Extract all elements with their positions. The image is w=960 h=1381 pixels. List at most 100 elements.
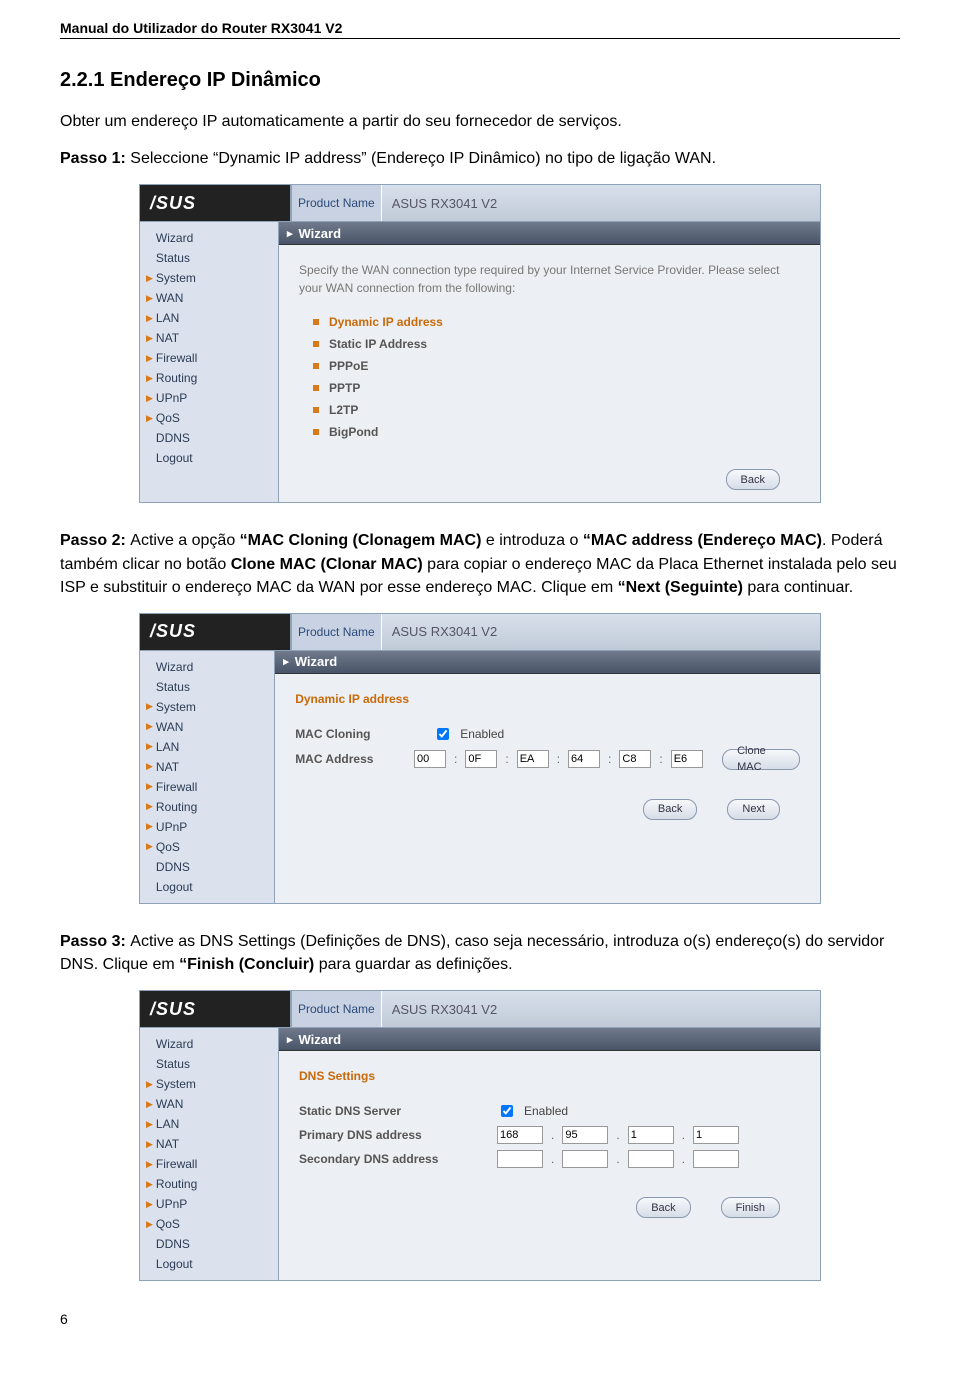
enabled-label: Enabled	[524, 1102, 568, 1120]
static-dns-row: Static DNS Server Enabled	[299, 1099, 800, 1123]
nav-ddns[interactable]: ▶DDNS	[140, 1234, 278, 1254]
asus-logo: /SUS	[140, 614, 291, 650]
step2: Passo 2: Active a opção “MAC Cloning (Cl…	[60, 529, 900, 599]
nav-upnp[interactable]: ▶UPnP	[140, 817, 274, 837]
mac-0[interactable]	[414, 750, 446, 768]
mac-2[interactable]	[517, 750, 549, 768]
back-button[interactable]: Back	[726, 469, 780, 490]
nav-nat[interactable]: ▶NAT	[140, 1134, 278, 1154]
figure-3: /SUS Product Name ASUS RX3041 V2 ▶Wizard…	[139, 990, 821, 1281]
mac-5[interactable]	[671, 750, 703, 768]
static-dns-label: Static DNS Server	[299, 1102, 489, 1120]
sidebar-nav: ▶Wizard ▶Status ▶System ▶WAN ▶LAN ▶NAT ▶…	[140, 651, 275, 903]
dns2-2[interactable]	[628, 1150, 674, 1168]
figure-1: /SUS Product Name ASUS RX3041 V2 ▶Wizard…	[139, 184, 821, 503]
nav-qos[interactable]: ▶QoS	[140, 408, 278, 428]
mac-cloning-checkbox[interactable]	[437, 728, 449, 740]
nav-system[interactable]: ▶System	[140, 697, 274, 717]
primary-dns-row: Primary DNS address . . .	[299, 1123, 800, 1147]
nav-upnp[interactable]: ▶UPnP	[140, 388, 278, 408]
nav-firewall[interactable]: ▶Firewall	[140, 777, 274, 797]
mac-4[interactable]	[619, 750, 651, 768]
next-button[interactable]: Next	[727, 799, 780, 820]
asus-logo: /SUS	[140, 185, 291, 221]
mac-address-row: MAC Address : : : : : Clone MAC	[295, 746, 800, 773]
step2-label: Passo 2:	[60, 532, 130, 549]
nav-lan[interactable]: ▶LAN	[140, 1114, 278, 1134]
product-name: ASUS RX3041 V2	[381, 991, 820, 1027]
nav-wizard[interactable]: ▶Wizard	[140, 657, 274, 677]
finish-button[interactable]: Finish	[721, 1197, 780, 1218]
arrow-icon: ▸	[283, 655, 289, 668]
dynip-title: Dynamic IP address	[295, 690, 800, 708]
nav-nat[interactable]: ▶NAT	[140, 757, 274, 777]
static-dns-checkbox[interactable]	[501, 1105, 513, 1117]
dns2-3[interactable]	[693, 1150, 739, 1168]
nav-system[interactable]: ▶System	[140, 1074, 278, 1094]
nav-firewall[interactable]: ▶Firewall	[140, 1154, 278, 1174]
enabled-label: Enabled	[460, 725, 504, 743]
bullet-icon	[313, 341, 319, 347]
opt-bigpond[interactable]: BigPond	[299, 421, 800, 443]
opt-pptp[interactable]: PPTP	[299, 377, 800, 399]
section-title: 2.2.1 Endereço IP Dinâmico	[60, 69, 900, 92]
opt-static[interactable]: Static IP Address	[299, 333, 800, 355]
nav-wan[interactable]: ▶WAN	[140, 1094, 278, 1114]
nav-qos[interactable]: ▶QoS	[140, 1214, 278, 1234]
nav-wan[interactable]: ▶WAN	[140, 288, 278, 308]
dns2-1[interactable]	[562, 1150, 608, 1168]
step1-label: Passo 1:	[60, 150, 130, 167]
product-name-label: Product Name	[291, 614, 381, 650]
mac-cloning-label: MAC Cloning	[295, 725, 425, 743]
nav-upnp[interactable]: ▶UPnP	[140, 1194, 278, 1214]
nav-routing[interactable]: ▶Routing	[140, 1174, 278, 1194]
nav-system[interactable]: ▶System	[140, 268, 278, 288]
step1-text: Seleccione “Dynamic IP address” (Endereç…	[130, 150, 716, 167]
dns1-1[interactable]	[562, 1126, 608, 1144]
sidebar-nav: ▶Wizard ▶Status ▶System ▶WAN ▶LAN ▶NAT ▶…	[140, 222, 279, 502]
figure-2: /SUS Product Name ASUS RX3041 V2 ▶Wizard…	[139, 613, 821, 904]
secondary-dns-label: Secondary DNS address	[299, 1150, 489, 1168]
clone-mac-button[interactable]: Clone MAC	[722, 749, 800, 770]
dns2-0[interactable]	[497, 1150, 543, 1168]
nav-status[interactable]: ▶Status	[140, 677, 274, 697]
nav-routing[interactable]: ▶Routing	[140, 797, 274, 817]
bullet-icon	[313, 429, 319, 435]
nav-ddns[interactable]: ▶DDNS	[140, 857, 274, 877]
nav-wizard[interactable]: ▶Wizard	[140, 228, 278, 248]
back-button[interactable]: Back	[636, 1197, 690, 1218]
wan-intro: Specify the WAN connection type required…	[299, 261, 800, 297]
step3-label: Passo 3:	[60, 933, 130, 950]
nav-lan[interactable]: ▶LAN	[140, 737, 274, 757]
nav-lan[interactable]: ▶LAN	[140, 308, 278, 328]
dns1-3[interactable]	[693, 1126, 739, 1144]
bullet-icon	[313, 407, 319, 413]
nav-qos[interactable]: ▶QoS	[140, 837, 274, 857]
nav-wan[interactable]: ▶WAN	[140, 717, 274, 737]
wizard-bar: ▸Wizard	[279, 222, 820, 245]
mac-address-label: MAC Address	[295, 750, 406, 768]
sidebar-nav: ▶Wizard ▶Status ▶System ▶WAN ▶LAN ▶NAT ▶…	[140, 1028, 279, 1280]
nav-logout[interactable]: ▶Logout	[140, 877, 274, 897]
nav-logout[interactable]: ▶Logout	[140, 448, 278, 468]
nav-ddns[interactable]: ▶DDNS	[140, 428, 278, 448]
intro-paragraph: Obter um endereço IP automaticamente a p…	[60, 110, 900, 133]
mac-cloning-row: MAC Cloning Enabled	[295, 722, 800, 746]
nav-routing[interactable]: ▶Routing	[140, 368, 278, 388]
nav-firewall[interactable]: ▶Firewall	[140, 348, 278, 368]
mac-1[interactable]	[465, 750, 497, 768]
opt-l2tp[interactable]: L2TP	[299, 399, 800, 421]
mac-3[interactable]	[568, 750, 600, 768]
nav-wizard[interactable]: ▶Wizard	[140, 1034, 278, 1054]
opt-dynamic[interactable]: Dynamic IP address	[299, 311, 800, 333]
nav-nat[interactable]: ▶NAT	[140, 328, 278, 348]
nav-status[interactable]: ▶Status	[140, 1054, 278, 1074]
nav-logout[interactable]: ▶Logout	[140, 1254, 278, 1274]
nav-status[interactable]: ▶Status	[140, 248, 278, 268]
opt-pppoe[interactable]: PPPoE	[299, 355, 800, 377]
back-button[interactable]: Back	[643, 799, 697, 820]
dns1-2[interactable]	[628, 1126, 674, 1144]
dns1-0[interactable]	[497, 1126, 543, 1144]
bullet-icon	[313, 385, 319, 391]
product-name: ASUS RX3041 V2	[381, 185, 820, 221]
